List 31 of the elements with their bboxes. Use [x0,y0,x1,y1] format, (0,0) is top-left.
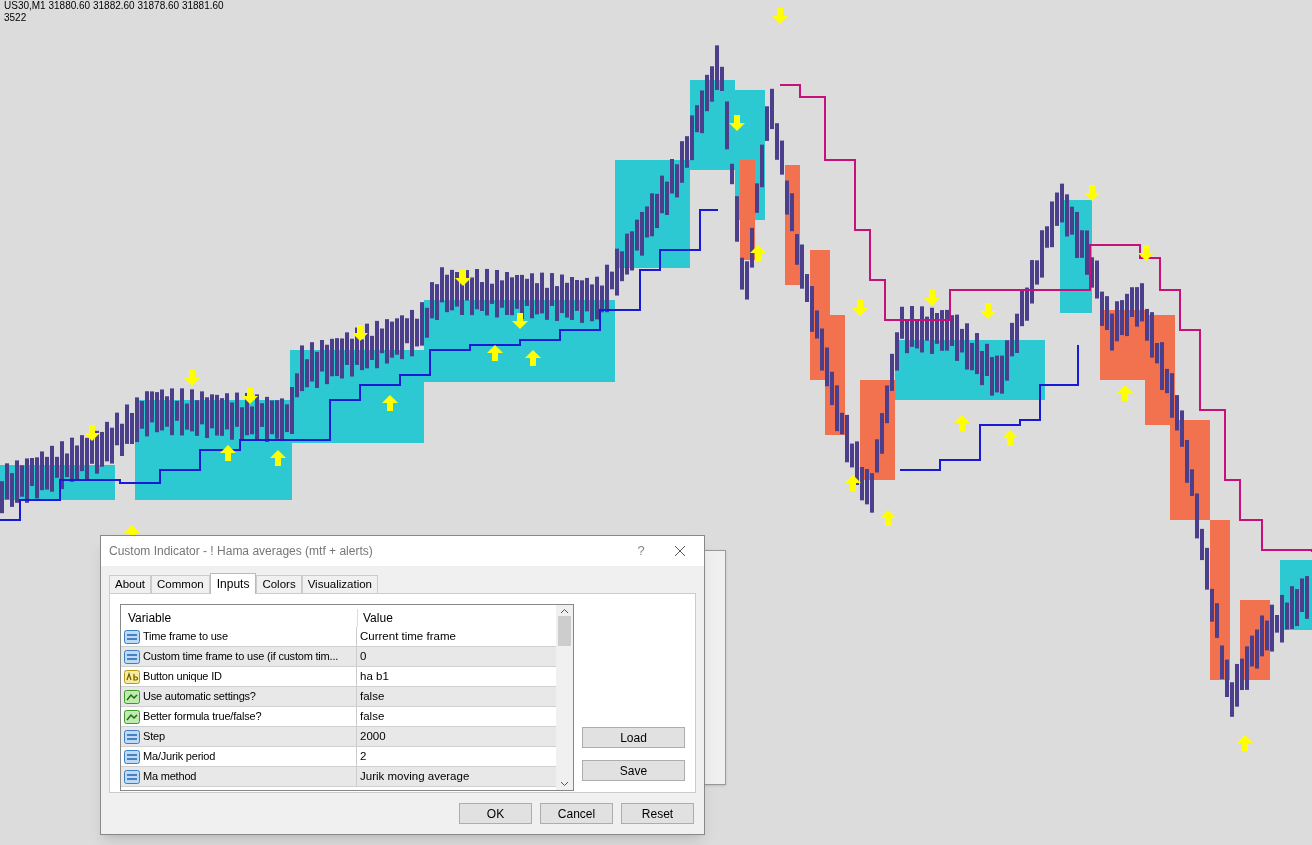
variable-cell-text: Ma/Jurik period [143,749,216,765]
dialog-button[interactable]: OK [459,803,532,824]
variable-cell-text: Custom time frame to use (if custom tim... [143,649,339,665]
bar-count: 3522 [4,12,28,24]
variable-cell-text: Time frame to use [143,629,228,645]
variable-cell-text: Use automatic settings? [143,689,256,705]
value-cell-text: false [359,688,386,704]
value-cell-text: Current time frame [359,628,457,644]
variable-cell-text: Step [143,729,165,745]
value-cell-text: ha b1 [359,668,390,684]
column-header: Variable [127,610,173,627]
tab[interactable]: About [109,575,152,593]
dialog-button[interactable]: Reset [621,803,694,824]
variable-cell-text: Ma method [143,769,197,785]
value-cell-text: 2 [359,748,368,764]
help-button[interactable]: ? [626,541,656,561]
tab[interactable]: Visualization [301,575,378,593]
value-cell-text: Jurik moving average [359,768,471,784]
tab[interactable]: Common [151,575,210,593]
variable-cell-text: Button unique ID [143,669,222,685]
tab[interactable]: Colors [256,575,302,593]
side-button[interactable]: Save [582,760,685,781]
tab[interactable]: Inputs [209,573,257,594]
symbol-info: US30,M1 31880.60 31882.60 31878.60 31881.60 [4,0,224,12]
window-title: Custom Indicator - ! Hama averages (mtf + alerts) [109,543,374,560]
value-cell-text: 0 [359,648,368,664]
value-cell-text: 2000 [359,728,387,744]
side-button[interactable]: Load [582,727,685,748]
dialog-button[interactable]: Cancel [540,803,613,824]
value-cell-text: false [359,708,386,724]
variable-cell-text: Better formula true/false? [143,709,262,725]
